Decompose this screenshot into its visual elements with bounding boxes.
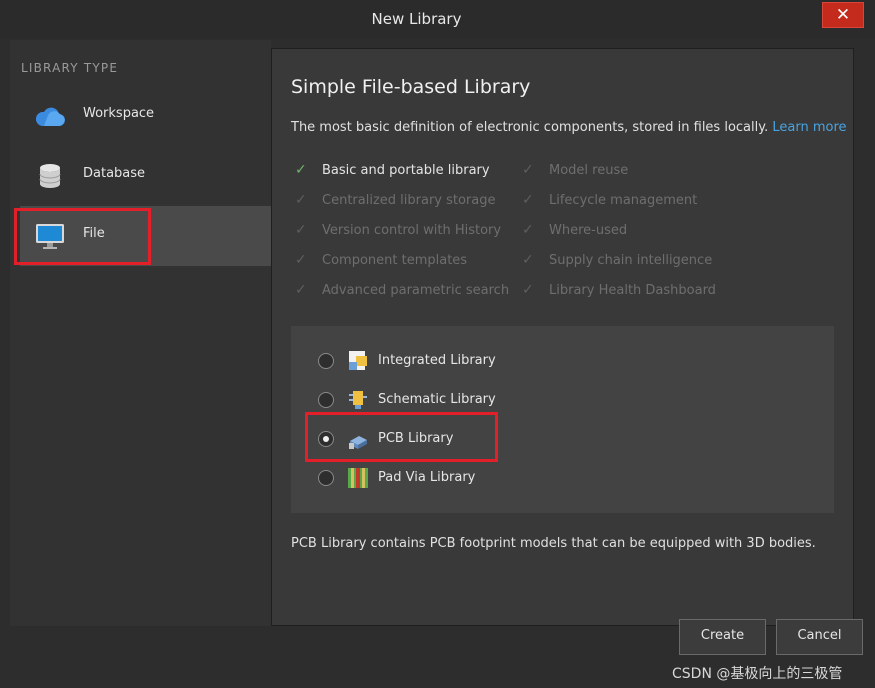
pad-via-library-icon [348, 468, 368, 488]
feature-label: Centralized library storage [322, 193, 496, 208]
check-icon: ✓ [522, 162, 534, 178]
feature-label: Basic and portable library [322, 163, 490, 178]
watermark: CSDN @基极向上的三极管 [672, 666, 843, 682]
option-label: Schematic Library [378, 392, 496, 407]
create-button-label: Create [700, 628, 745, 643]
feature-label: Where-used [549, 223, 628, 238]
feature-label: Supply chain intelligence [549, 253, 713, 268]
title-bar: New Library ✕ [0, 0, 875, 38]
monitor-icon [36, 224, 64, 249]
schematic-library-icon [349, 391, 367, 409]
cancel-button-label: Cancel [797, 628, 842, 643]
library-type-database[interactable]: Database [20, 146, 271, 206]
pcb-library-icon [349, 436, 367, 449]
library-type-file[interactable]: File [20, 206, 271, 266]
check-icon: ✓ [522, 222, 534, 238]
library-type-workspace[interactable]: Workspace [20, 86, 271, 146]
option-pcb-library[interactable]: PCB Library [318, 426, 518, 452]
radio-button[interactable] [318, 353, 334, 369]
database-label: Database [83, 166, 146, 181]
check-icon: ✓ [522, 282, 534, 298]
option-integrated-library[interactable]: Integrated Library [318, 348, 518, 374]
learn-more-link[interactable]: Learn more [772, 120, 846, 135]
library-details-panel: Simple File-based Library The most basic… [271, 48, 854, 626]
library-type-label: LIBRARY TYPE [21, 61, 119, 75]
check-icon: ✓ [295, 282, 307, 298]
check-icon: ✓ [295, 252, 307, 268]
option-schematic-library[interactable]: Schematic Library [318, 387, 518, 413]
feature-label: Advanced parametric search [322, 283, 510, 298]
check-icon: ✓ [295, 222, 307, 238]
feature-label: Component templates [322, 253, 468, 268]
library-heading: Simple File-based Library [291, 76, 531, 98]
check-icon: ✓ [522, 192, 534, 208]
option-label: PCB Library [378, 431, 454, 446]
integrated-library-icon [349, 351, 367, 370]
option-pad-via-library[interactable]: Pad Via Library [318, 465, 518, 491]
check-icon: ✓ [522, 252, 534, 268]
feature-label: Model reuse [549, 163, 629, 178]
workspace-label: Workspace [83, 106, 155, 121]
description-text: The most basic definition of electronic … [291, 120, 769, 135]
library-format-options: Integrated Library Schematic Library PCB… [291, 326, 834, 513]
option-label: Integrated Library [378, 353, 496, 368]
close-button[interactable]: ✕ [822, 2, 864, 28]
cancel-button[interactable]: Cancel [776, 619, 863, 655]
feature-label: Lifecycle management [549, 193, 698, 208]
library-footnote: PCB Library contains PCB footprint model… [291, 536, 816, 551]
check-icon: ✓ [295, 162, 307, 178]
file-label: File [83, 226, 105, 241]
radio-button[interactable] [318, 470, 334, 486]
new-library-dialog: New Library ✕ LIBRARY TYPE Workspace Dat… [0, 0, 875, 688]
feature-label: Version control with History [322, 223, 502, 238]
cloud-icon [35, 107, 65, 126]
check-icon: ✓ [295, 192, 307, 208]
option-label: Pad Via Library [378, 470, 476, 485]
radio-button[interactable] [318, 392, 334, 408]
database-icon [39, 164, 61, 188]
library-description: The most basic definition of electronic … [291, 120, 847, 135]
radio-button[interactable] [318, 431, 334, 447]
create-button[interactable]: Create [679, 619, 766, 655]
window-title: New Library [371, 10, 462, 28]
library-type-panel: LIBRARY TYPE Workspace Database File [10, 40, 271, 626]
feature-label: Library Health Dashboard [549, 283, 716, 298]
